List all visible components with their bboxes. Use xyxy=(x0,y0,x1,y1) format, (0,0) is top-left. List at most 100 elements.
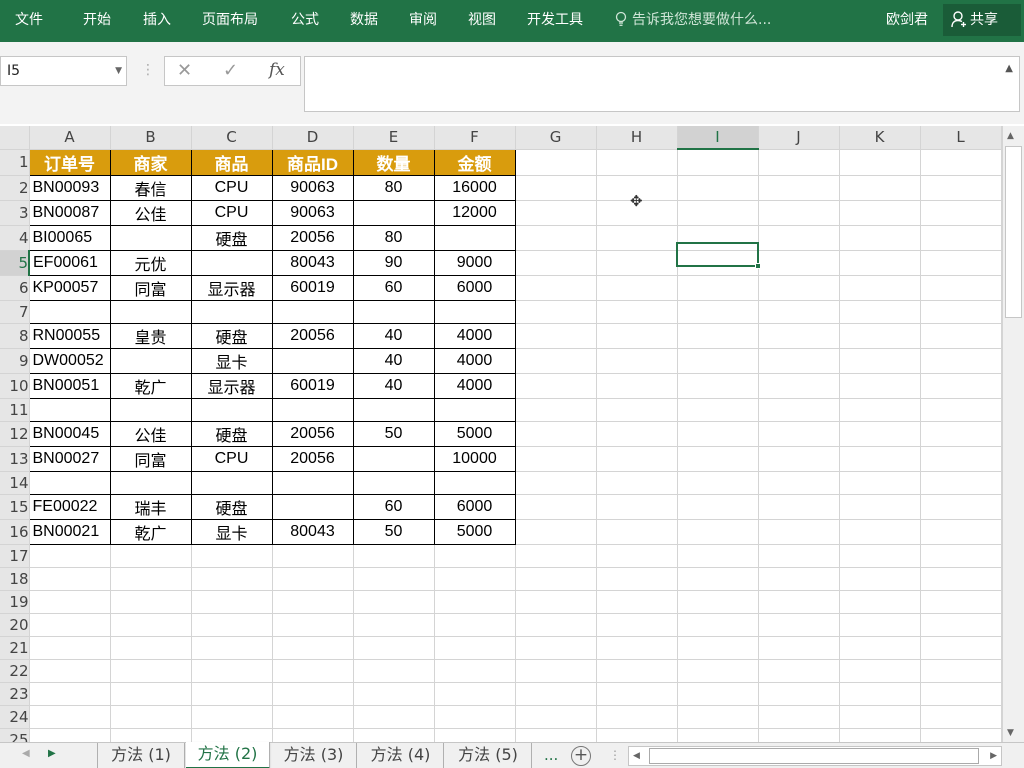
cell-j20[interactable] xyxy=(758,613,840,637)
cell-e18[interactable] xyxy=(353,567,435,591)
cell-e20[interactable] xyxy=(353,613,435,637)
row-header-12[interactable]: 12 xyxy=(0,421,30,447)
cell-i19[interactable] xyxy=(677,590,759,614)
cell-i3[interactable] xyxy=(677,200,759,226)
cell-e6[interactable]: 60 xyxy=(352,274,435,301)
cell-i21[interactable] xyxy=(677,636,759,660)
row-header-10[interactable]: 10 xyxy=(0,373,30,399)
cell-d4[interactable]: 20056 xyxy=(271,224,354,251)
row-header-11[interactable]: 11 xyxy=(0,398,30,422)
cell-b11[interactable] xyxy=(109,397,192,422)
cell-h24[interactable] xyxy=(596,705,678,729)
cell-i18[interactable] xyxy=(677,567,759,591)
cell-i13[interactable] xyxy=(677,446,759,472)
horizontal-scrollbar[interactable]: ◀ ▶ xyxy=(628,746,1002,766)
cell-c2[interactable]: CPU xyxy=(190,174,273,201)
cell-c21[interactable] xyxy=(191,636,273,660)
column-header-f[interactable]: F xyxy=(434,126,516,150)
cell-g11[interactable] xyxy=(515,398,597,422)
cell-j4[interactable] xyxy=(758,225,840,251)
cell-l22[interactable] xyxy=(920,659,1002,683)
more-sheets-button[interactable]: ... xyxy=(544,743,558,767)
cell-d7[interactable] xyxy=(271,299,354,324)
column-header-c[interactable]: C xyxy=(191,126,273,150)
cell-h1[interactable] xyxy=(596,149,678,176)
cell-j5[interactable] xyxy=(758,250,840,276)
cell-f25[interactable] xyxy=(434,728,516,742)
cell-c1[interactable]: 商品 xyxy=(190,148,273,176)
cell-i24[interactable] xyxy=(677,705,759,729)
cell-b5[interactable]: 元优 xyxy=(109,249,192,276)
cell-j12[interactable] xyxy=(758,421,840,447)
cell-k17[interactable] xyxy=(839,544,921,568)
cell-l1[interactable] xyxy=(920,149,1002,176)
cell-h13[interactable] xyxy=(596,446,678,472)
column-header-b[interactable]: B xyxy=(110,126,192,150)
drag-handle-icon[interactable]: ⋮ xyxy=(141,60,155,80)
cell-a24[interactable] xyxy=(29,705,111,729)
cell-d19[interactable] xyxy=(272,590,354,614)
cell-d25[interactable] xyxy=(272,728,354,742)
cell-e5[interactable]: 90 xyxy=(352,249,435,276)
cell-k8[interactable] xyxy=(839,323,921,349)
cell-b9[interactable] xyxy=(109,347,192,374)
cell-g24[interactable] xyxy=(515,705,597,729)
cell-a11[interactable] xyxy=(28,397,111,422)
cell-e4[interactable]: 80 xyxy=(352,224,435,251)
cell-h16[interactable] xyxy=(596,519,678,545)
cell-j18[interactable] xyxy=(758,567,840,591)
cell-e25[interactable] xyxy=(353,728,435,742)
scroll-down-icon[interactable]: ▼ xyxy=(1007,728,1014,738)
cell-a22[interactable] xyxy=(29,659,111,683)
cell-d17[interactable] xyxy=(272,544,354,568)
cell-l21[interactable] xyxy=(920,636,1002,660)
cell-c10[interactable]: 显示器 xyxy=(190,372,273,399)
cell-a19[interactable] xyxy=(29,590,111,614)
cell-l11[interactable] xyxy=(920,398,1002,422)
cell-b8[interactable]: 皇贵 xyxy=(109,322,192,349)
cell-j15[interactable] xyxy=(758,494,840,520)
enter-check-icon[interactable]: ✓ xyxy=(223,60,238,81)
sheet-tab-3[interactable]: 方法 (3) xyxy=(271,743,357,768)
cell-i15[interactable] xyxy=(677,494,759,520)
cell-h10[interactable] xyxy=(596,373,678,399)
cell-k19[interactable] xyxy=(839,590,921,614)
cell-e8[interactable]: 40 xyxy=(352,322,435,349)
cell-h25[interactable] xyxy=(596,728,678,742)
sheet-tab-1[interactable]: 方法 (1) xyxy=(97,743,185,768)
cell-f17[interactable] xyxy=(434,544,516,568)
cell-k6[interactable] xyxy=(839,275,921,301)
cell-c22[interactable] xyxy=(191,659,273,683)
cell-g9[interactable] xyxy=(515,348,597,374)
cell-e11[interactable] xyxy=(352,397,435,422)
cell-e1[interactable]: 数量 xyxy=(352,148,435,176)
cell-h22[interactable] xyxy=(596,659,678,683)
cell-l19[interactable] xyxy=(920,590,1002,614)
cell-b1[interactable]: 商家 xyxy=(109,148,192,176)
cell-h23[interactable] xyxy=(596,682,678,706)
cell-c25[interactable] xyxy=(191,728,273,742)
share-button[interactable]: 共享 xyxy=(943,4,1021,36)
cell-b15[interactable]: 瑞丰 xyxy=(109,493,192,520)
cell-d18[interactable] xyxy=(272,567,354,591)
column-header-d[interactable]: D xyxy=(272,126,354,150)
cell-f2[interactable]: 16000 xyxy=(433,174,516,201)
cell-d2[interactable]: 90063 xyxy=(271,174,354,201)
cell-b25[interactable] xyxy=(110,728,192,742)
row-header-22[interactable]: 22 xyxy=(0,659,30,683)
cell-e24[interactable] xyxy=(353,705,435,729)
cell-d22[interactable] xyxy=(272,659,354,683)
cell-b19[interactable] xyxy=(110,590,192,614)
cell-e22[interactable] xyxy=(353,659,435,683)
cell-b24[interactable] xyxy=(110,705,192,729)
cell-f3[interactable]: 12000 xyxy=(433,199,516,226)
cell-a6[interactable]: KP00057 xyxy=(28,274,111,301)
cell-a18[interactable] xyxy=(29,567,111,591)
cell-b7[interactable] xyxy=(109,299,192,324)
cell-k21[interactable] xyxy=(839,636,921,660)
cell-k7[interactable] xyxy=(839,300,921,324)
tab-view[interactable]: 视图 xyxy=(468,0,496,40)
cell-j23[interactable] xyxy=(758,682,840,706)
cell-f23[interactable] xyxy=(434,682,516,706)
cell-g13[interactable] xyxy=(515,446,597,472)
